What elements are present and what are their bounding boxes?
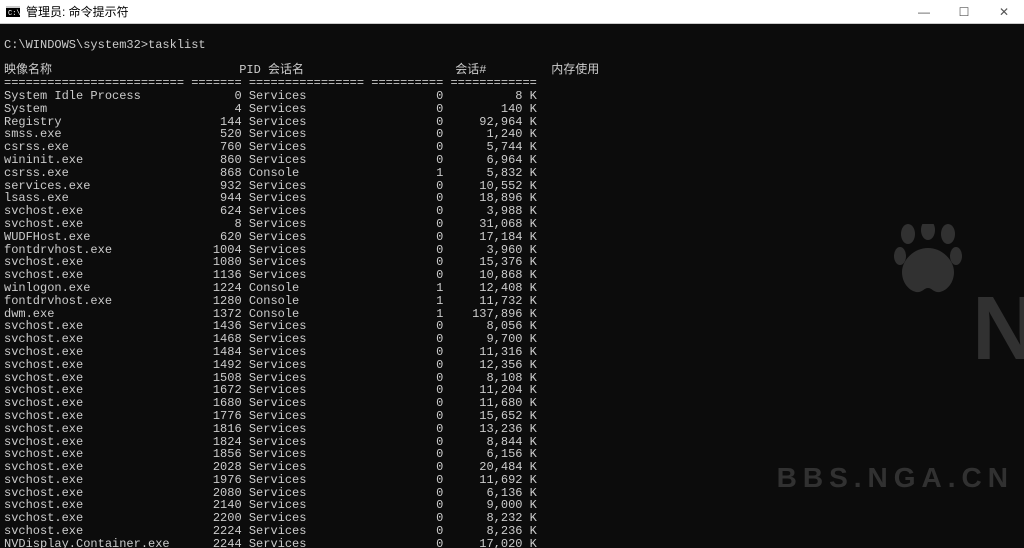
minimize-button[interactable]: — [904, 0, 944, 24]
terminal-output: C:\WINDOWS\system32>tasklist 映像名称 PID 会话… [4, 39, 1024, 548]
maximize-button[interactable]: ☐ [944, 0, 984, 24]
terminal[interactable]: C:\WINDOWS\system32>tasklist 映像名称 PID 会话… [0, 24, 1024, 548]
close-button[interactable]: ✕ [984, 0, 1024, 24]
window-title: 管理员: 命令提示符 [26, 3, 129, 20]
cmd-icon: C:\ [6, 6, 20, 18]
titlebar: C:\ 管理员: 命令提示符 — ☐ ✕ [0, 0, 1024, 24]
svg-text:C:\: C:\ [8, 10, 20, 17]
